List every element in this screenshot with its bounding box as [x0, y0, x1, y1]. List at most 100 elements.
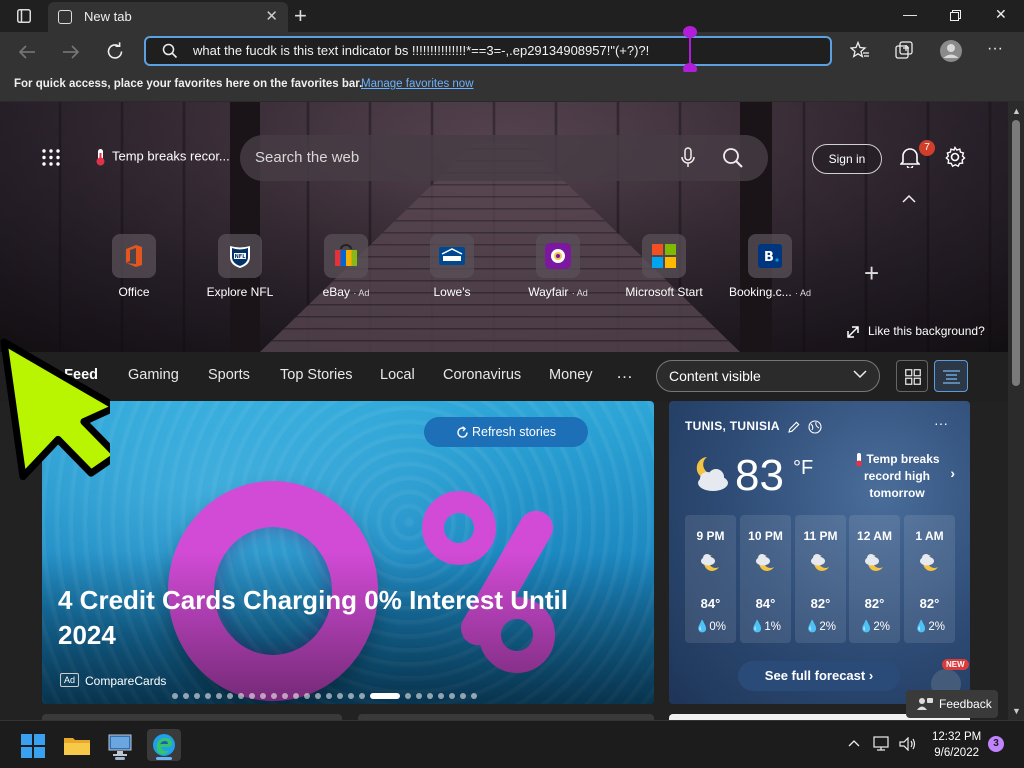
- weather-card[interactable]: TUNIS, TUNISIA ··· 83 °F Temp breaks rec…: [669, 401, 970, 704]
- carousel-dot[interactable]: [405, 693, 411, 699]
- tab-money[interactable]: Money: [549, 367, 593, 383]
- remote-desktop-button[interactable]: [103, 729, 137, 761]
- carousel-dot[interactable]: [359, 693, 365, 699]
- refresh-stories-button[interactable]: Refresh stories: [424, 417, 588, 447]
- microphone-icon[interactable]: [680, 147, 696, 169]
- edge-browser-button[interactable]: [147, 729, 181, 761]
- carousel-dot[interactable]: [227, 693, 233, 699]
- source-name[interactable]: CompareCards: [85, 674, 166, 688]
- temperature-unit[interactable]: °F: [793, 457, 813, 480]
- quick-link-nfl[interactable]: NFL Explore NFL: [190, 234, 290, 299]
- carousel-dot[interactable]: [216, 693, 222, 699]
- list-layout-button[interactable]: [934, 360, 968, 392]
- manage-favorites-link[interactable]: Manage favorites now: [361, 78, 474, 90]
- web-search-icon[interactable]: [722, 147, 744, 169]
- address-bar[interactable]: what the fucdk is this text indicator bs…: [144, 36, 832, 66]
- page-settings-gear-icon[interactable]: [944, 146, 966, 168]
- scroll-up-arrow-icon[interactable]: ▲: [1012, 106, 1021, 116]
- carousel-dot[interactable]: [427, 693, 433, 699]
- carousel-dot[interactable]: [304, 693, 310, 699]
- hero-ad-card[interactable]: Refresh stories 4 Credit Cards Charging …: [42, 401, 654, 704]
- clock[interactable]: 12:32 PM 9/6/2022: [932, 729, 981, 761]
- carousel-dot[interactable]: [315, 693, 321, 699]
- minimize-button[interactable]: —: [903, 6, 917, 22]
- scrollbar-thumb[interactable]: [1012, 120, 1020, 386]
- like-background-link[interactable]: Like this background?: [846, 324, 985, 339]
- carousel-dot[interactable]: [348, 693, 354, 699]
- carousel-dot[interactable]: [183, 693, 189, 699]
- carousel-dot[interactable]: [449, 693, 455, 699]
- quick-link-microsoft-start[interactable]: Microsoft Start: [614, 234, 714, 299]
- file-explorer-button[interactable]: [60, 729, 94, 761]
- tab-coronavirus[interactable]: Coronavirus: [443, 367, 521, 383]
- headline[interactable]: 4 Credit Cards Charging 0% Interest Unti…: [58, 583, 618, 653]
- carousel-dot[interactable]: [238, 693, 244, 699]
- carousel-dot[interactable]: [416, 693, 422, 699]
- carousel-dot[interactable]: [282, 693, 288, 699]
- carousel-dot[interactable]: [326, 693, 332, 699]
- forward-button[interactable]: [62, 44, 80, 60]
- web-search-box[interactable]: Search the web: [240, 135, 768, 181]
- more-tabs-button[interactable]: …: [616, 363, 633, 383]
- close-window-button[interactable]: ✕: [995, 6, 1007, 23]
- carousel-dot[interactable]: [293, 693, 299, 699]
- tab-new-tab[interactable]: New tab ✕: [48, 2, 288, 32]
- carousel-dot[interactable]: [194, 693, 200, 699]
- quick-link-ebay[interactable]: eBay · Ad: [296, 234, 396, 299]
- feedback-button[interactable]: Feedback: [906, 690, 998, 718]
- quick-link-wayfair[interactable]: Wayfair · Ad: [508, 234, 608, 299]
- hourly-forecast-item[interactable]: 12 AM 82° 💧2%: [849, 515, 900, 643]
- hourly-forecast-item[interactable]: 1 AM 82° 💧2%: [904, 515, 955, 643]
- apps-launcher-icon[interactable]: [42, 149, 62, 167]
- volume-icon[interactable]: [899, 737, 917, 751]
- carousel-dot[interactable]: [205, 693, 211, 699]
- notification-center-badge[interactable]: 3: [988, 736, 1004, 752]
- carousel-dot[interactable]: [471, 693, 477, 699]
- collapse-chevron-up-icon[interactable]: [902, 194, 916, 203]
- address-bar-text[interactable]: what the fucdk is this text indicator bs…: [193, 43, 649, 58]
- tab-gaming[interactable]: Gaming: [128, 367, 179, 383]
- quick-link-lowes[interactable]: Lowe's: [402, 234, 502, 299]
- quick-link-office[interactable]: Office: [84, 234, 184, 299]
- tab-top-stories[interactable]: Top Stories: [280, 367, 353, 383]
- page-scrollbar[interactable]: ▲ ▼: [1008, 102, 1024, 720]
- settings-more-icon[interactable]: ···: [987, 40, 1003, 58]
- grid-layout-button[interactable]: [896, 360, 928, 392]
- content-visibility-select[interactable]: Content visible: [656, 360, 880, 392]
- new-tab-button[interactable]: +: [294, 3, 307, 29]
- edit-pencil-icon[interactable]: [788, 421, 800, 433]
- carousel-dot[interactable]: [260, 693, 266, 699]
- add-quick-link-button[interactable]: +: [864, 258, 879, 289]
- refresh-button[interactable]: [106, 42, 125, 61]
- carousel-dot[interactable]: [249, 693, 255, 699]
- weather-more-icon[interactable]: ···: [934, 415, 948, 431]
- scroll-down-arrow-icon[interactable]: ▼: [1012, 706, 1021, 716]
- show-hidden-icons-chevron-up-icon[interactable]: [848, 739, 860, 747]
- carousel-dot-active[interactable]: [370, 693, 400, 699]
- tab-sports[interactable]: Sports: [208, 367, 250, 383]
- start-button[interactable]: [16, 729, 50, 761]
- hourly-forecast-item[interactable]: 11 PM 82° 💧2%: [795, 515, 846, 643]
- tab-actions-icon[interactable]: [17, 9, 31, 23]
- see-full-forecast-button[interactable]: See full forecast ›: [738, 661, 900, 691]
- close-tab-icon[interactable]: ✕: [265, 7, 278, 25]
- carousel-dot[interactable]: [438, 693, 444, 699]
- collections-icon[interactable]: [895, 41, 915, 61]
- notifications-bell-icon[interactable]: [900, 146, 920, 168]
- favorites-star-icon[interactable]: [850, 41, 870, 61]
- weather-map-icon[interactable]: [808, 420, 822, 434]
- carousel-dot[interactable]: [172, 693, 178, 699]
- profile-avatar[interactable]: [939, 39, 963, 63]
- weather-alert[interactable]: Temp breaks record high tomorrow ›: [847, 451, 955, 502]
- weather-alert-chip[interactable]: Temp breaks recor...: [94, 148, 230, 166]
- carousel-dot[interactable]: [460, 693, 466, 699]
- restore-button[interactable]: [950, 10, 961, 21]
- network-icon[interactable]: [873, 736, 891, 752]
- hourly-forecast-item[interactable]: 9 PM 84° 💧0%: [685, 515, 736, 643]
- tab-local[interactable]: Local: [380, 367, 415, 383]
- hourly-forecast-item[interactable]: 10 PM 84° 💧1%: [740, 515, 791, 643]
- back-button[interactable]: [18, 44, 36, 60]
- quick-link-booking[interactable]: B Booking.c... · Ad: [720, 234, 820, 299]
- carousel-dot[interactable]: [337, 693, 343, 699]
- carousel-dot[interactable]: [271, 693, 277, 699]
